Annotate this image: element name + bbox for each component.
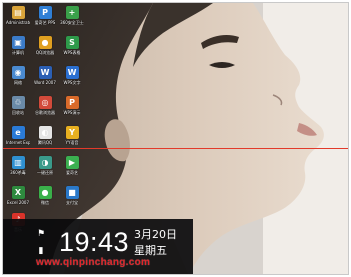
app-icon: ■: [65, 186, 79, 199]
app-icon: P: [38, 6, 52, 19]
desktop-icon-label: WPS表格: [63, 50, 81, 55]
app-icon: Y: [65, 126, 79, 139]
app-icon: ▣: [11, 36, 25, 49]
desktop-icon[interactable]: Y YY语音: [60, 126, 84, 145]
desktop-icon[interactable]: ■ 支付宝: [60, 186, 84, 205]
desktop-icon-label: 360杀毒: [10, 170, 26, 175]
desktop-icon[interactable]: ▥ 360杀毒: [6, 156, 30, 175]
desktop-icon[interactable]: ◐ 腾讯QQ: [33, 126, 57, 145]
desktop-icon-label: Administrator: [6, 20, 30, 25]
desktop-icon-label: Word 2007: [34, 80, 56, 85]
desktop-icon[interactable]: W Word 2007: [33, 66, 57, 85]
desktop-icon[interactable]: ▶ 爱奇艺: [60, 156, 84, 175]
app-icon: S: [65, 36, 79, 49]
desktop-icon[interactable]: P WPS演示: [60, 96, 84, 115]
app-icon: ◐: [38, 126, 52, 139]
app-icon: ●: [38, 36, 52, 49]
desktop-icon-label: WPS文字: [63, 80, 81, 85]
desktop-icon[interactable]: ◑ 一键还原: [33, 156, 57, 175]
desktop-icon[interactable]: S WPS表格: [60, 36, 84, 55]
desktop-icon[interactable]: ♲ 回收站: [6, 96, 30, 115]
desktop-icon-label: 回收站: [12, 110, 24, 115]
desktop-icon[interactable]: X Excel 2007: [6, 186, 30, 205]
desktop-icon-label: 微信: [41, 200, 49, 205]
desktop-icon-label: 爱奇艺 PPS: [34, 20, 56, 25]
desktop-icon[interactable]: ● QQ浏览器: [33, 36, 57, 55]
app-icon: ◉: [11, 66, 25, 79]
app-icon: e: [11, 126, 25, 139]
desktop-icon[interactable]: P 爱奇艺 PPS: [33, 6, 57, 25]
desktop-icon-label: Excel 2007: [6, 200, 30, 205]
desktop-icon[interactable]: ▣ 计算机: [6, 36, 30, 55]
desktop-icon-label: 一键还原: [37, 170, 53, 175]
desktop-icon[interactable]: ◉ 网络: [6, 66, 30, 85]
app-icon: +: [65, 6, 79, 19]
red-guide-line: [3, 148, 348, 149]
app-icon: ▤: [11, 6, 25, 19]
desktop-icon[interactable]: W WPS文字: [60, 66, 84, 85]
desktop-icon[interactable]: +360安全卫士: [60, 6, 84, 25]
flag-icon: ⚑: [36, 229, 46, 239]
desktop-screen: ▤AdministratorP爱奇艺 PPS+360安全卫士▣计算机●QQ浏览器…: [2, 2, 349, 275]
app-icon: ▥: [11, 156, 25, 169]
app-icon: ▶: [65, 156, 79, 169]
desktop-icon[interactable]: eInternet Explorer: [6, 126, 30, 145]
battery-icon: ▮: [38, 246, 44, 256]
clock-weekday: 星期五: [134, 244, 167, 257]
clock-date: 3月20日: [134, 228, 177, 241]
desktop-icon-label: Internet Explorer: [6, 140, 30, 145]
app-icon: X: [11, 186, 25, 199]
desktop-icon-label: 360安全卫士: [60, 20, 84, 25]
desktop-icon-label: 计算机: [12, 50, 24, 55]
watermark-text: www.qinpinchang.com: [36, 257, 151, 268]
desktop-icon-label: 支付宝: [66, 200, 78, 205]
app-icon: W: [38, 66, 52, 79]
desktop-icon-label: 谷歌浏览器: [35, 110, 55, 115]
desktop-icon-label: 网络: [14, 80, 22, 85]
app-icon: P: [65, 96, 79, 109]
desktop-icon[interactable]: ● 微信: [33, 186, 57, 205]
app-icon: ◑: [38, 156, 52, 169]
app-icon: ♲: [11, 96, 25, 109]
desktop-icon-label: 爱奇艺: [66, 170, 78, 175]
app-icon: W: [65, 66, 79, 79]
clock-time: 19:43: [59, 227, 130, 257]
desktop-icon-label: QQ浏览器: [35, 50, 55, 55]
desktop-icon-label: 腾讯QQ: [37, 140, 53, 145]
desktop-icon-label: WPS演示: [63, 110, 81, 115]
desktop-icon-label: YY语音: [65, 140, 79, 145]
app-icon: ●: [38, 186, 52, 199]
app-icon: ◎: [38, 96, 52, 109]
desktop-icon[interactable]: ◎ 谷歌浏览器: [33, 96, 57, 115]
desktop-icon[interactable]: ▤Administrator: [6, 6, 30, 25]
